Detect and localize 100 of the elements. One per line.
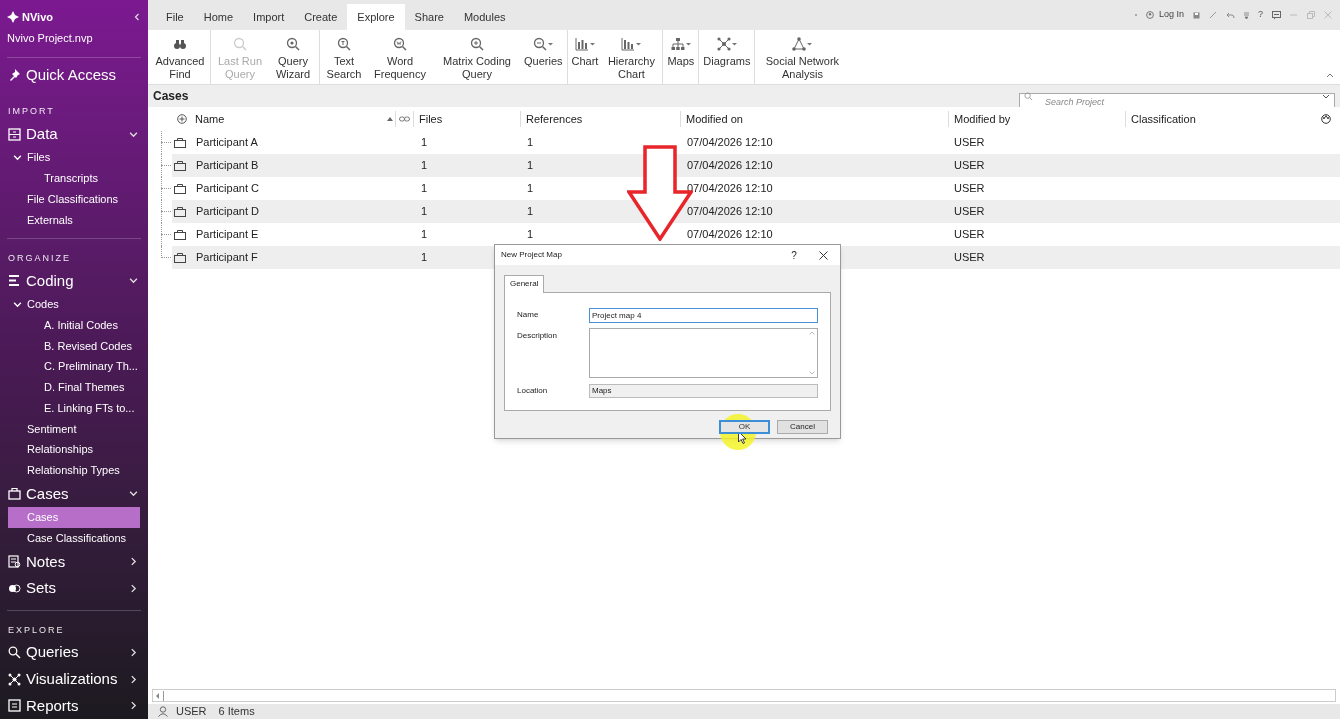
sidebar-item[interactable]: Case Classifications (27, 530, 127, 547)
column-header[interactable]: References (526, 110, 583, 128)
network-icon (716, 37, 731, 51)
column-header[interactable]: Name (195, 110, 225, 128)
search-icon (286, 37, 300, 51)
case-name[interactable]: Participant C (196, 182, 259, 195)
ribbon-button[interactable]: Social Network Analysis (756, 30, 849, 85)
search-icon (470, 37, 484, 51)
search-icon (393, 37, 407, 51)
chevron-down-icon[interactable] (129, 489, 138, 499)
table-cell: USER (954, 205, 985, 218)
pencil-icon (1209, 11, 1217, 19)
palette-icon (1321, 114, 1331, 124)
sidebar-group[interactable]: Notes (26, 550, 66, 574)
sidebar-group[interactable]: Cases (26, 482, 69, 506)
briefcase-icon (8, 487, 21, 501)
menu-tab[interactable]: Modules (453, 4, 516, 30)
column-header[interactable]: Modified on (686, 110, 743, 128)
chevron-down-icon[interactable] (13, 300, 22, 310)
ribbon-button[interactable]: Advanced Find (151, 30, 209, 85)
sidebar-item[interactable]: Relationship Types (27, 461, 120, 479)
scroll-left-icon[interactable] (155, 692, 160, 699)
menu-tab[interactable]: Share (404, 4, 454, 30)
ribbon-button[interactable]: Word Frequency (367, 30, 433, 85)
sidebar-group[interactable]: Queries (26, 641, 79, 664)
chevron-down-icon[interactable] (129, 276, 138, 286)
close-icon (1324, 11, 1332, 19)
sidebar-item[interactable]: Sentiment (27, 420, 77, 438)
sidebar-group[interactable]: Visualizations (26, 667, 118, 691)
dialog-tab[interactable]: General (504, 275, 545, 293)
comment-icon (1272, 10, 1281, 20)
sidebar-item[interactable]: File Classifications (27, 190, 119, 208)
table-cell: 1 (527, 159, 534, 172)
sidebar-item[interactable]: E. Linking FTs to... (44, 399, 135, 417)
sidebar-item[interactable]: Transcripts (44, 170, 98, 187)
chevron-down-icon[interactable] (129, 129, 138, 139)
ribbon-button[interactable]: Query Wizard (268, 30, 318, 85)
menu-tab[interactable]: Home (193, 4, 244, 30)
case-name[interactable]: Participant D (196, 205, 259, 218)
case-name[interactable]: Participant B (196, 159, 259, 172)
menu-tab[interactable]: Create (294, 4, 348, 30)
sidebar-item[interactable]: Codes (27, 296, 59, 313)
ok-button[interactable]: OK (719, 420, 770, 434)
column-header[interactable]: Classification (1131, 110, 1196, 128)
sidebar-item[interactable]: D. Final Themes (44, 379, 125, 396)
chevron-down-icon[interactable] (13, 153, 22, 163)
field-label: Location (517, 385, 549, 397)
table-cell: 07/04/2026 12:10 (687, 182, 773, 195)
case-name[interactable]: Participant E (196, 228, 259, 241)
cancel-button[interactable]: Cancel (777, 420, 828, 434)
column-header[interactable]: Files (419, 110, 443, 128)
sidebar-item[interactable]: B. Revised Codes (44, 337, 133, 355)
collapse-sidebar-icon[interactable] (133, 13, 141, 21)
case-name[interactable]: Participant A (196, 136, 258, 149)
chevron-right-icon[interactable] (129, 701, 138, 711)
menu-tab[interactable]: Explore (347, 4, 405, 30)
sidebar-item[interactable]: A. Initial Codes (44, 317, 118, 334)
dropdown-icon[interactable] (1322, 93, 1330, 99)
sidebar-item[interactable]: C. Preliminary Th... (44, 358, 138, 375)
chevron-right-icon[interactable] (129, 584, 138, 593)
dialog-title: New Project Map (501, 249, 562, 261)
ribbon-button[interactable]: Maps (664, 30, 698, 85)
project-name: Nvivo Project.nvp (6, 31, 94, 46)
ribbon-button[interactable]: Hierarchy Chart (601, 30, 662, 85)
sidebar-group[interactable]: Sets (26, 577, 56, 600)
section-heading: EXPLORE (7, 623, 66, 637)
sidebar-group[interactable]: Coding (26, 269, 74, 293)
chevron-right-icon[interactable] (129, 674, 138, 684)
help-button[interactable]: ? (781, 247, 807, 263)
sidebar-group[interactable]: Reports (26, 694, 79, 718)
menu-tab[interactable]: Import (243, 4, 295, 30)
chevron-right-icon[interactable] (129, 557, 138, 567)
app-name: NVivo (22, 9, 53, 25)
search-icon (8, 646, 21, 660)
help-button[interactable]: ? (1258, 8, 1263, 22)
sidebar-item[interactable]: Externals (27, 211, 73, 229)
close-icon[interactable] (819, 250, 828, 260)
column-header[interactable]: Modified by (954, 110, 1011, 128)
link-icon (399, 116, 410, 122)
menu-tab[interactable]: File (156, 4, 194, 30)
sort-ascending-icon (387, 117, 393, 121)
case-name[interactable]: Participant F (196, 251, 258, 264)
sidebar-item[interactable]: Files (27, 149, 51, 166)
ribbon-button[interactable]: Queries (521, 30, 566, 85)
collapse-ribbon-icon[interactable] (1326, 73, 1334, 78)
ribbon-button[interactable]: Text Search (321, 30, 367, 85)
horizontal-scrollbar[interactable] (152, 689, 1336, 702)
ribbon-button[interactable]: Diagrams (700, 30, 754, 85)
sidebar-group[interactable]: Data (26, 122, 58, 146)
pin-icon (8, 68, 21, 82)
ribbon-button[interactable]: Chart (568, 30, 602, 85)
name-field[interactable]: Project map 4 (589, 307, 818, 323)
table-cell: 1 (421, 228, 428, 241)
ribbon-button[interactable]: Matrix Coding Query (433, 30, 521, 85)
case-icon (174, 183, 186, 194)
quick-access-link[interactable]: Quick Access (26, 63, 117, 87)
chevron-right-icon[interactable] (129, 648, 138, 658)
sidebar-item[interactable]: Relationships (27, 441, 94, 458)
login-button[interactable]: Log In (1158, 8, 1184, 22)
table-cell: 1 (527, 182, 534, 195)
